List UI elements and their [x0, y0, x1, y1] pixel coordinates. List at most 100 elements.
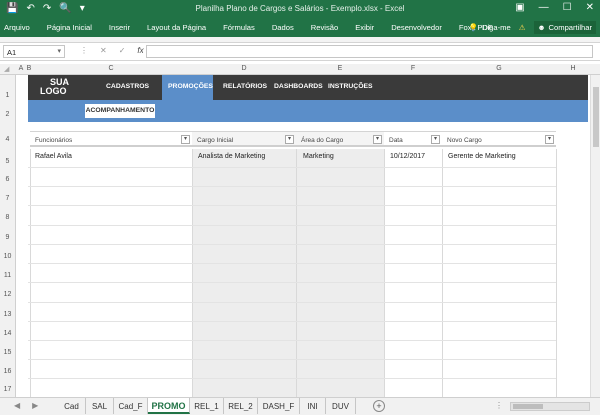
chevron-down-icon[interactable]: ▾	[57, 47, 61, 55]
cell-funcionario[interactable]: Rafael Avila	[35, 153, 72, 160]
options-icon[interactable]: ⋮	[495, 401, 503, 410]
worksheet-grid[interactable]: SUA LOGO CADASTROS PROMOÇÕES RELATÓRIOS …	[16, 75, 590, 397]
column-header-d[interactable]: D	[192, 65, 296, 72]
company-logo: SUA LOGO	[40, 77, 70, 96]
filter-dropdown-icon[interactable]: ▾	[431, 135, 440, 144]
column-header-a[interactable]: A	[17, 65, 25, 72]
grid-line	[28, 340, 556, 341]
insert-function-icon[interactable]: fx	[137, 46, 143, 55]
sheet-tab-duv[interactable]: DUV	[326, 398, 356, 414]
add-sheet-icon[interactable]: +	[373, 400, 385, 412]
next-sheet-icon[interactable]: ▶	[32, 401, 38, 410]
tab-arquivo[interactable]: Arquivo	[4, 23, 30, 32]
tab-inserir[interactable]: Inserir	[109, 23, 130, 32]
tab-desenvolvedor[interactable]: Desenvolvedor	[391, 23, 442, 32]
prev-sheet-icon[interactable]: ◀	[14, 401, 20, 410]
filter-dropdown-icon[interactable]: ▾	[285, 135, 294, 144]
enter-icon[interactable]: ✓	[119, 46, 126, 55]
sheet-tab-cad-f[interactable]: Cad_F	[114, 398, 148, 414]
cell-area-do-cargo[interactable]: Marketing	[303, 153, 334, 160]
grid-line	[28, 167, 556, 168]
tell-me-search[interactable]: Diga-me	[482, 23, 511, 32]
warning-icon[interactable]: ⚠	[519, 23, 526, 32]
scrollbar-thumb[interactable]	[593, 87, 599, 147]
header-funcionarios: Funcionários ▾	[30, 131, 192, 147]
row-header[interactable]: 14	[0, 330, 15, 337]
more-options-icon[interactable]: ⋮	[80, 46, 88, 55]
filter-dropdown-icon[interactable]: ▾	[373, 135, 382, 144]
column-header-e[interactable]: E	[296, 65, 384, 72]
column-headers: ◢ A B C D E F G H	[0, 64, 600, 75]
sheet-tab-sal[interactable]: SAL	[86, 398, 114, 414]
cancel-icon[interactable]: ✕	[100, 46, 107, 55]
row-header[interactable]: 13	[0, 311, 15, 318]
nav-cadastros[interactable]: CADASTROS	[106, 83, 149, 90]
window-title: Planilha Plano de Cargos e Salários - Ex…	[195, 4, 405, 13]
header-cargo-inicial: Cargo Inicial ▾	[192, 131, 296, 147]
tab-layout-pagina[interactable]: Layout da Página	[147, 23, 206, 32]
row-header[interactable]: 15	[0, 349, 15, 356]
nav-instrucoes[interactable]: INSTRUÇÕES	[328, 83, 373, 90]
row-header[interactable]: 16	[0, 368, 15, 375]
vertical-scrollbar[interactable]	[590, 75, 600, 397]
cell-data[interactable]: 10/12/2017	[390, 153, 425, 160]
column-header-c[interactable]: C	[30, 65, 192, 72]
row-headers: 1 2 4 5 6 7 8 9 10 11 12 13 14 15 16 17	[0, 75, 16, 397]
sheet-tab-rel-1[interactable]: REL_1	[190, 398, 224, 414]
horizontal-scrollbar[interactable]	[510, 402, 590, 411]
tab-formulas[interactable]: Fórmulas	[223, 23, 255, 32]
share-button[interactable]: ☻ Compartilhar	[533, 21, 596, 34]
grid-line	[28, 244, 556, 245]
row-header[interactable]: 4	[0, 136, 15, 143]
row-header[interactable]: 7	[0, 195, 15, 202]
minimize-icon[interactable]: —	[539, 2, 549, 13]
row-header[interactable]: 10	[0, 253, 15, 260]
filter-dropdown-icon[interactable]: ▾	[545, 135, 554, 144]
row-header[interactable]: 8	[0, 214, 15, 221]
name-box[interactable]: A1 ▾	[3, 45, 65, 58]
row-header[interactable]: 9	[0, 234, 15, 241]
name-box-value: A1	[7, 48, 17, 57]
title-bar: 💾 ↶ ↷ 🔍 ▾ Planilha Plano de Cargos e Sal…	[0, 0, 600, 19]
tab-revisao[interactable]: Revisão	[311, 23, 338, 32]
column-header-f[interactable]: F	[384, 65, 442, 72]
sheet-tab-dash-f[interactable]: DASH_F	[258, 398, 300, 414]
tab-exibir[interactable]: Exibir	[355, 23, 374, 32]
row-header[interactable]: 11	[0, 272, 15, 279]
select-all-corner[interactable]: ◢	[4, 65, 9, 73]
maximize-icon[interactable]: ☐	[563, 2, 572, 13]
tab-dados[interactable]: Dados	[272, 23, 294, 32]
header-area-do-cargo: Área do Cargo ▾	[296, 131, 384, 147]
cell-cargo-inicial[interactable]: Analista de Marketing	[198, 153, 265, 160]
grid-line	[28, 321, 556, 322]
grid-line	[28, 186, 556, 187]
column-header-h[interactable]: H	[556, 65, 590, 72]
row-header[interactable]: 5	[0, 158, 15, 165]
grid-line	[28, 205, 556, 206]
tab-pagina-inicial[interactable]: Página Inicial	[47, 23, 92, 32]
nav-relatorios[interactable]: RELATÓRIOS	[223, 83, 267, 90]
grid-line	[28, 378, 556, 379]
row-header[interactable]: 2	[0, 111, 15, 118]
close-icon[interactable]: ✕	[586, 2, 594, 13]
cell-novo-cargo[interactable]: Gerente de Marketing	[448, 153, 516, 160]
filter-dropdown-icon[interactable]: ▾	[181, 135, 190, 144]
sheet-tab-rel-2[interactable]: REL_2	[224, 398, 258, 414]
sheet-tab-cad[interactable]: Cad	[58, 398, 86, 414]
row-header[interactable]: 12	[0, 291, 15, 298]
sheet-navigation-bar: SUA LOGO CADASTROS PROMOÇÕES RELATÓRIOS …	[28, 75, 588, 100]
row-header[interactable]: 1	[0, 92, 15, 99]
column-header-g[interactable]: G	[442, 65, 556, 72]
nav-dashboards[interactable]: DASHBOARDS	[274, 83, 323, 90]
grid-line	[28, 225, 556, 226]
row-header[interactable]: 17	[0, 386, 15, 393]
formula-input[interactable]	[146, 45, 593, 58]
scrollbar-thumb[interactable]	[513, 404, 543, 409]
row-header[interactable]: 6	[0, 176, 15, 183]
nav-promocoes[interactable]: PROMOÇÕES	[168, 83, 213, 90]
window-controls: ▣ — ☐ ✕	[515, 2, 594, 13]
sheet-tab-promo[interactable]: PROMO	[148, 398, 190, 414]
sheet-tab-ini[interactable]: INI	[300, 398, 326, 414]
ribbon-display-icon[interactable]: ▣	[515, 2, 524, 13]
subtab-acompanhamento[interactable]: ACOMPANHAMENTO	[85, 104, 155, 118]
